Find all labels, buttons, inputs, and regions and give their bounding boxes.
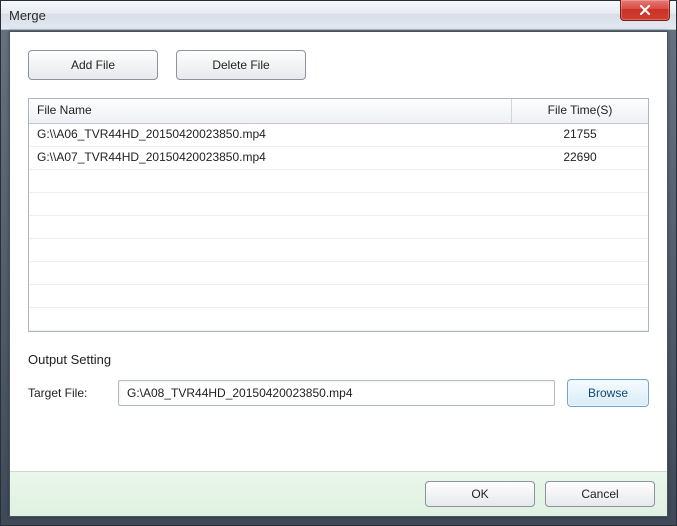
output-setting-label: Output Setting bbox=[28, 352, 649, 367]
dialog-footer: OK Cancel bbox=[10, 471, 667, 516]
file-row[interactable]: G:\\A06_TVR44HD_20150420023850.mp4 21755 bbox=[29, 124, 648, 147]
file-name-cell: G:\\A07_TVR44HD_20150420023850.mp4 bbox=[29, 147, 512, 169]
target-file-label: Target File: bbox=[28, 386, 106, 400]
output-section: Output Setting Target File: G:\A08_TVR44… bbox=[28, 352, 649, 407]
merge-dialog: Merge Add File Delete File File Name Fil… bbox=[0, 0, 677, 526]
toolbar: Add File Delete File bbox=[28, 50, 649, 80]
browse-button[interactable]: Browse bbox=[567, 379, 649, 407]
titlebar[interactable]: Merge bbox=[1, 1, 676, 30]
file-list-header: File Name File Time(S) bbox=[29, 99, 648, 124]
file-row-empty bbox=[29, 262, 648, 285]
file-row-empty bbox=[29, 170, 648, 193]
close-icon bbox=[639, 5, 651, 15]
file-row-empty bbox=[29, 193, 648, 216]
col-header-filename[interactable]: File Name bbox=[29, 99, 512, 123]
content: Add File Delete File File Name File Time… bbox=[10, 32, 667, 471]
delete-file-button[interactable]: Delete File bbox=[176, 50, 306, 80]
cancel-button[interactable]: Cancel bbox=[545, 481, 655, 507]
file-name-cell: G:\\A06_TVR44HD_20150420023850.mp4 bbox=[29, 124, 512, 146]
file-row-empty bbox=[29, 308, 648, 331]
file-row[interactable]: G:\\A07_TVR44HD_20150420023850.mp4 22690 bbox=[29, 147, 648, 170]
client-area: Add File Delete File File Name File Time… bbox=[9, 31, 668, 517]
file-list-body: G:\\A06_TVR44HD_20150420023850.mp4 21755… bbox=[29, 124, 648, 331]
file-list: File Name File Time(S) G:\\A06_TVR44HD_2… bbox=[28, 98, 649, 332]
file-time-cell: 21755 bbox=[512, 124, 648, 146]
add-file-button[interactable]: Add File bbox=[28, 50, 158, 80]
output-row: Target File: G:\A08_TVR44HD_201504200238… bbox=[28, 379, 649, 407]
ok-button[interactable]: OK bbox=[425, 481, 535, 507]
file-row-empty bbox=[29, 285, 648, 308]
file-row-empty bbox=[29, 216, 648, 239]
window-title: Merge bbox=[9, 8, 46, 23]
file-row-empty bbox=[29, 239, 648, 262]
col-header-filetime[interactable]: File Time(S) bbox=[512, 99, 648, 123]
file-time-cell: 22690 bbox=[512, 147, 648, 169]
target-file-input[interactable]: G:\A08_TVR44HD_20150420023850.mp4 bbox=[118, 380, 555, 406]
close-button[interactable] bbox=[620, 0, 670, 21]
